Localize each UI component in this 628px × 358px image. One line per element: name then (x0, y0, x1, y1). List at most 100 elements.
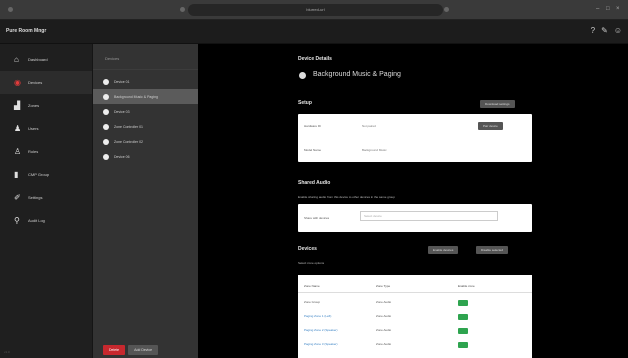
device-icon (103, 153, 109, 160)
zone-name-link[interactable]: Paging Zone 3 (Speaker) (304, 342, 338, 346)
enable-devices-button[interactable]: Enable devices (428, 246, 459, 254)
table-header: Zone Name Zone Type Enable zone (298, 279, 532, 293)
user-icon[interactable]: ☺ (614, 26, 622, 35)
nav-item-devices[interactable]: ◉ Devices (0, 71, 92, 94)
device-list-item[interactable]: Zone Controller 01 (93, 119, 198, 134)
nav-item-dashboard[interactable]: ⌂ Dashboard (0, 48, 92, 71)
delete-button[interactable]: Delete (103, 345, 126, 355)
header-actions: ? ✎ ☺ (591, 26, 622, 35)
device-icon (103, 93, 109, 100)
user-icon: ♟ (14, 124, 22, 133)
device-list-item[interactable]: Zone Controller 02 (93, 134, 198, 149)
enable-zone-toggle[interactable] (458, 342, 468, 348)
pair-device-button[interactable]: Pair device (478, 122, 503, 130)
nav-item-users[interactable]: ♟ Users (0, 117, 92, 140)
device-list-label: Device 03 (114, 109, 130, 114)
shared-audio-description: Enable sharing audio from this device to… (298, 195, 395, 199)
devices-icon: ◉ (14, 78, 21, 87)
nav-item-settings[interactable]: ✐ Settings (0, 186, 92, 209)
hardware-id-label: Hardware ID (304, 124, 321, 128)
nav-label: Devices (28, 80, 43, 85)
device-icon (103, 123, 109, 130)
browser-nav-icon[interactable] (180, 7, 185, 12)
browser-titlebar: blurred-url – □ × (0, 0, 628, 20)
browser-close-tab-icon[interactable] (444, 7, 449, 12)
speaker-icon (299, 72, 306, 79)
search-icon: ⚲ (14, 216, 20, 225)
device-details: Device Details Background Music & Paging… (198, 44, 628, 358)
zone-name-link[interactable]: Paging Zone 1 (Left) (304, 314, 331, 318)
device-list-label: Device 06 (114, 154, 130, 159)
table-row: Paging Zone 2 (Speaker) Zone Audio (298, 323, 532, 337)
column-header: Zone Name (304, 284, 320, 288)
roles-icon: ♙ (14, 147, 22, 156)
nav-item-audit-log[interactable]: ⚲ Audit Log (0, 209, 92, 232)
device-icon (103, 108, 109, 115)
nav-label: Zones (28, 103, 40, 108)
zone-name: Zone Group (304, 300, 321, 304)
nav-label: Roles (28, 149, 39, 154)
enable-zone-toggle[interactable] (458, 314, 468, 320)
zone-type: Zone Audio (376, 300, 392, 304)
column-header: Zone Type (376, 284, 391, 288)
home-icon: ⌂ (14, 55, 19, 64)
nav-label: Dashboard (28, 57, 48, 62)
shared-audio-title: Shared Audio (298, 180, 331, 186)
section-title: Device Details (298, 56, 332, 62)
devices-subtitle: Select zone options (298, 261, 325, 265)
hardware-id-value: Not paired (362, 124, 376, 128)
device-list-label: Zone Controller 01 (114, 124, 143, 129)
main-sidebar: ⌂ Dashboard ◉ Devices ▟ Zones ♟ Users ♙ Roles… (0, 44, 93, 358)
edit-icon[interactable]: ✎ (601, 26, 608, 35)
url-bar[interactable]: blurred-url (188, 4, 443, 16)
device-list-label: Device 01 (114, 79, 130, 84)
table-row: Zone Group Zone Audio (298, 295, 532, 309)
zones-icon: ▟ (14, 101, 21, 110)
zone-type: Zone Audio (376, 314, 392, 318)
device-list-item[interactable]: Device 06 (93, 149, 198, 164)
enable-zone-toggle[interactable] (458, 328, 468, 334)
app-title: Pure Room Mngr (6, 28, 47, 34)
device-list-label: Background Music & Paging (114, 94, 158, 99)
version-text: v1.0 (4, 350, 10, 354)
nav-label: Settings (28, 195, 43, 200)
device-list-item[interactable]: Device 01 (93, 74, 198, 89)
device-name: Background Music & Paging (313, 71, 401, 78)
nav-label: Audit Log (28, 218, 45, 223)
zones-table: Zone Name Zone Type Enable zone Zone Gro… (298, 275, 532, 358)
browser-menu-icon[interactable] (8, 7, 13, 12)
zone-name-link[interactable]: Paging Zone 2 (Speaker) (304, 328, 338, 332)
nav-label: Users (28, 126, 39, 131)
minimize-button[interactable]: – (596, 6, 599, 12)
enable-zone-toggle[interactable] (458, 300, 468, 306)
share-with-label: Share with devices (304, 216, 330, 220)
device-list-label: Zone Controller 02 (114, 139, 143, 144)
share-with-input[interactable]: Select device (360, 211, 498, 221)
table-row: Paging Zone 1 (Left) Zone Audio (298, 309, 532, 323)
add-device-button[interactable]: Add Device (128, 345, 159, 355)
close-window-button[interactable]: × (616, 6, 620, 12)
nav-label: CMP Group (28, 172, 50, 177)
device-list-actions: Delete Add Device (103, 345, 159, 355)
download-settings-button[interactable]: Download settings (480, 100, 515, 108)
device-icon (103, 138, 109, 145)
setup-card: Hardware ID Not paired Pair device Model… (298, 114, 532, 162)
nav-item-cmp-group[interactable]: ▮ CMP Group (0, 163, 92, 186)
zone-type: Zone Audio (376, 342, 392, 346)
zone-type: Zone Audio (376, 328, 392, 332)
device-list-item-selected[interactable]: Background Music & Paging (93, 89, 198, 104)
group-icon: ▮ (14, 170, 19, 179)
column-header: Enable zone (458, 284, 475, 288)
table-row: Paging Zone 3 (Speaker) Zone Audio (298, 337, 532, 351)
device-list-item[interactable]: Device 03 (93, 104, 198, 119)
help-icon[interactable]: ? (591, 26, 595, 35)
device-icon (103, 78, 109, 85)
nav-item-roles[interactable]: ♙ Roles (0, 140, 92, 163)
model-name-value: Background Music (362, 148, 387, 152)
app-header: Pure Room Mngr ? ✎ ☺ (0, 20, 628, 44)
setup-title: Setup (298, 100, 312, 106)
settings-icon: ✐ (14, 193, 21, 202)
nav-item-zones[interactable]: ▟ Zones (0, 94, 92, 117)
maximize-button[interactable]: □ (606, 6, 610, 12)
disable-selected-button[interactable]: Disable selected (476, 246, 509, 254)
